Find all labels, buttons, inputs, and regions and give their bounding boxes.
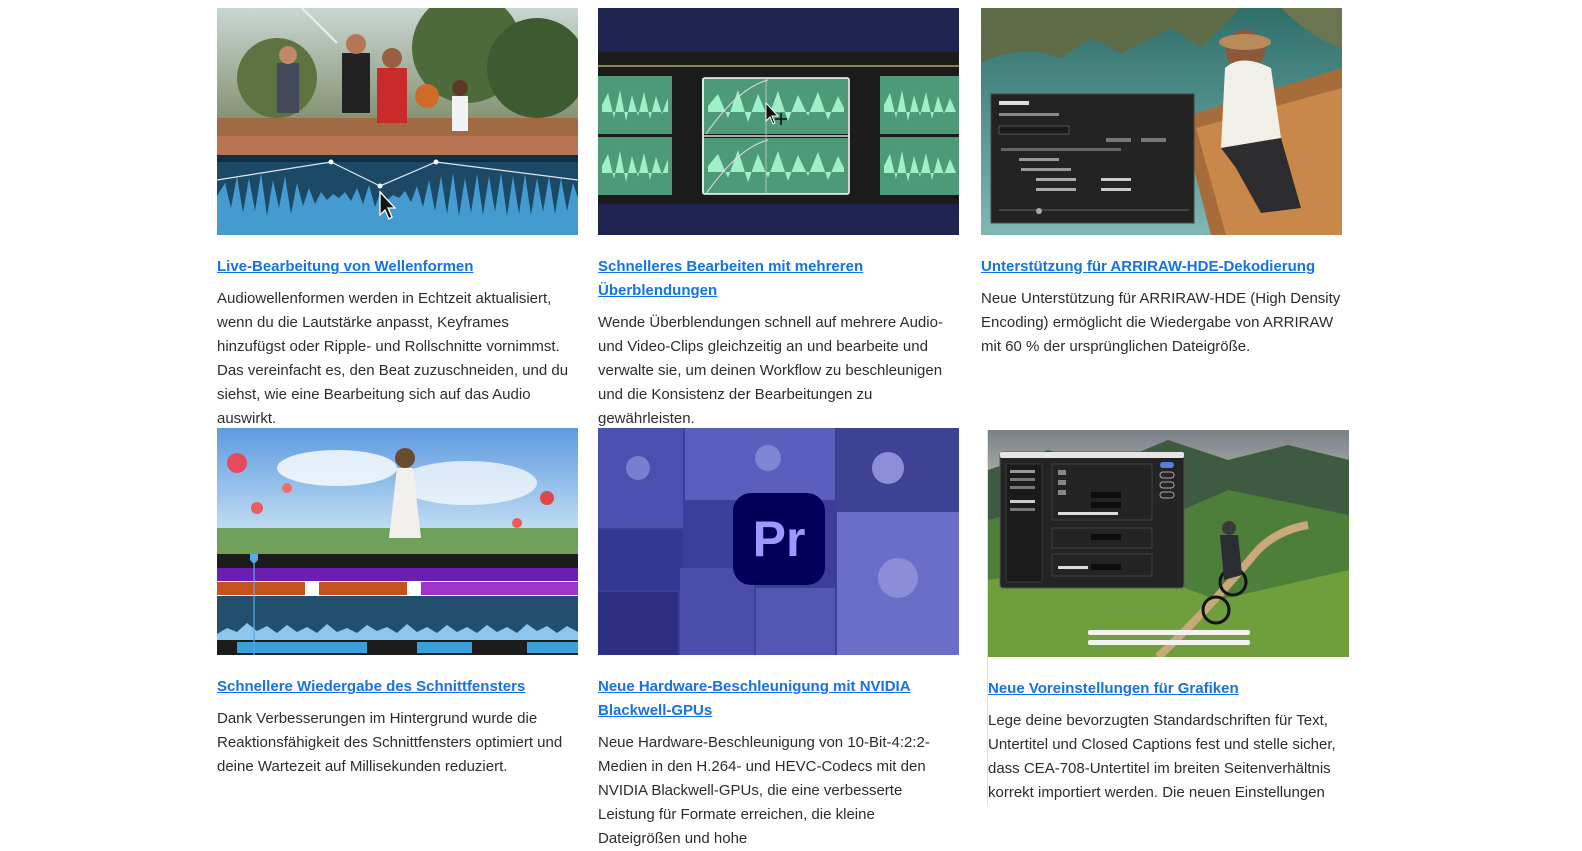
feature-card-nvidia: Pr Neue Hardware-Beschleunigung mit NVID… <box>598 428 959 851</box>
premiere-collage-image: Pr <box>598 428 959 655</box>
premiere-logo-text: Pr <box>752 511 806 567</box>
premiere-pro-logo: Pr <box>733 493 825 585</box>
boat-woman-panel-image <box>981 8 1342 235</box>
feature-link-timeline-playback[interactable]: Schnellere Wiedergabe des Schnittfenster… <box>217 675 578 699</box>
feature-description: Neue Hardware-Beschleunigung von 10-Bit-… <box>598 734 930 847</box>
feature-link-nvidia[interactable]: Neue Hardware-Beschleunigung mit NVIDIA … <box>598 675 959 723</box>
feature-description: Neue Unterstützung für ARRIRAW-HDE (High… <box>981 290 1341 355</box>
feature-description: Wende Überblendungen schnell auf mehrere… <box>598 314 943 427</box>
feature-card-waveform: Live-Bearbeitung von Wellenformen Audiow… <box>217 8 578 431</box>
feature-link-graphics[interactable]: Neue Voreinstellungen für Grafiken <box>988 677 1349 701</box>
basketball-waveform-image <box>217 8 578 235</box>
feature-card-crossfades: Schnelleres Bearbeiten mit mehreren Über… <box>598 8 959 431</box>
graphics-settings-panel <box>999 451 1185 589</box>
feature-description: Dank Verbesserungen im Hintergrund wurde… <box>217 710 563 775</box>
mountain-biker-settings-image <box>988 430 1349 657</box>
feature-card-arriraw: Unterstützung für ARRIRAW-HDE-Dekodierun… <box>981 8 1342 359</box>
project-panel-mockup <box>990 93 1195 224</box>
feature-link-arriraw[interactable]: Unterstützung für ARRIRAW-HDE-Dekodierun… <box>981 255 1342 279</box>
feature-card-graphics: Neue Voreinstellungen für Grafiken Lege … <box>987 430 1349 805</box>
feature-description: Lege deine bevorzugten Standardschriften… <box>988 712 1336 801</box>
feature-link-waveform[interactable]: Live-Bearbeitung von Wellenformen <box>217 255 578 279</box>
feature-description: Audiowellenformen werden in Echtzeit akt… <box>217 290 569 427</box>
flower-field-timeline-image <box>217 428 578 655</box>
timeline-crossfade-image <box>598 8 959 235</box>
feature-card-timeline-playback: Schnellere Wiedergabe des Schnittfenster… <box>217 428 578 779</box>
feature-link-crossfades[interactable]: Schnelleres Bearbeiten mit mehreren Über… <box>598 255 959 303</box>
